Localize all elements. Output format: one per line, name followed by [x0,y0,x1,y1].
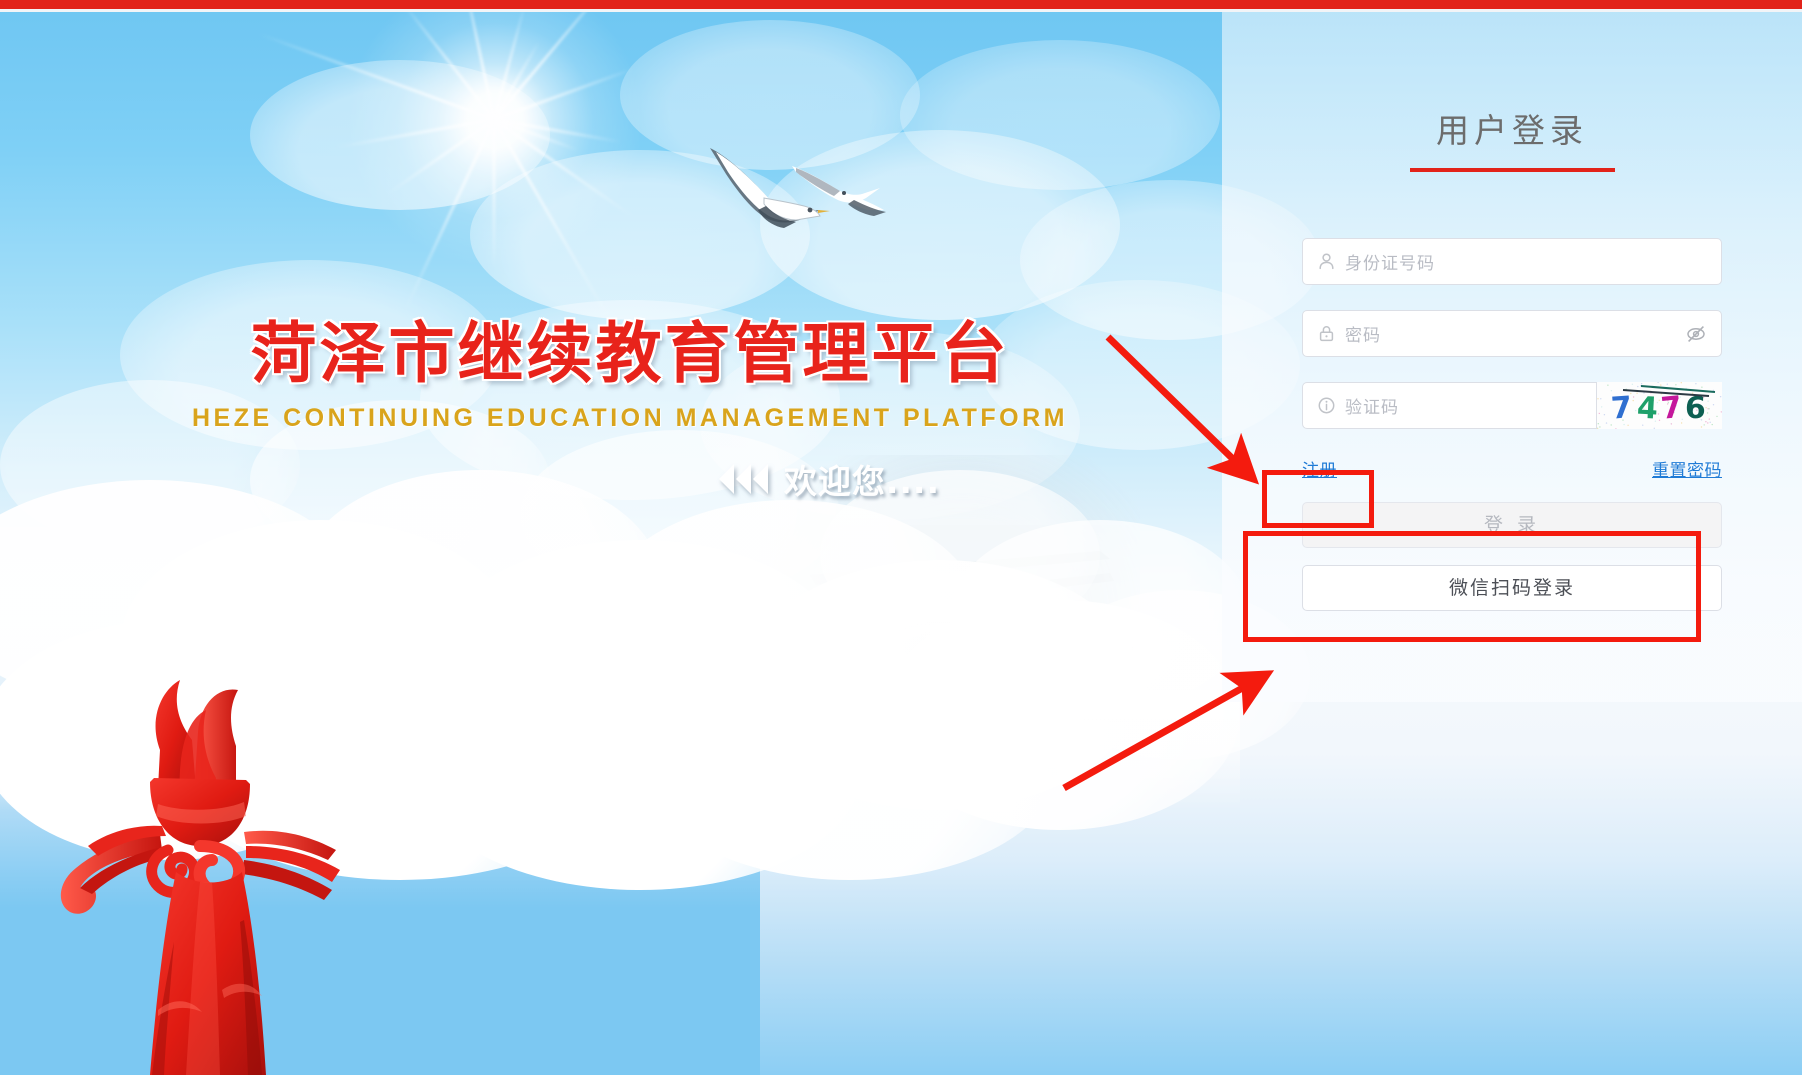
svg-text:7: 7 [1610,390,1633,426]
eye-slash-icon[interactable] [1685,323,1707,345]
password-placeholder: 密码 [1345,321,1381,346]
page-subtitle: HEZE CONTINUING EDUCATION MANAGEMENT PLA… [150,404,1110,433]
login-button[interactable]: 登 录 [1302,502,1722,548]
captcha-row: 验证码 7476 [1302,382,1722,429]
svg-text:7: 7 [1659,390,1683,427]
login-page: 菏泽市继续教育管理平台 HEZE CONTINUING EDUCATION MA… [0,0,1802,1075]
links-row: 注册 重置密码 [1302,451,1722,485]
login-title: 用户登录 [1412,104,1612,152]
svg-text:4: 4 [1636,391,1659,427]
login-panel: 用户登录 身份证号码 密码 验证码 7 4 7 6 注册 重置密码 登 录 微信… [1222,12,1802,702]
brand-block: 菏泽市继续教育管理平台 HEZE CONTINUING EDUCATION MA… [150,300,1110,503]
welcome-row: 欢迎您.... [150,455,1110,503]
captcha-field[interactable]: 验证码 [1302,382,1597,429]
password-field[interactable]: 密码 [1302,310,1722,357]
login-form: 身份证号码 密码 验证码 7 4 7 6 注册 重置密码 登 录 微信扫码登录 [1302,238,1722,611]
reset-password-link[interactable]: 重置密码 [1652,456,1722,481]
info-circle-icon [1317,396,1336,415]
wechat-qr-login-button[interactable]: 微信扫码登录 [1302,565,1722,611]
id-number-field[interactable]: 身份证号码 [1302,238,1722,285]
captcha-image[interactable]: 7476 [1597,382,1722,429]
annotation-top-bar [0,0,1802,9]
lock-icon [1317,324,1336,343]
id-number-placeholder: 身份证号码 [1345,249,1435,274]
page-title: 菏泽市继续教育管理平台 [150,300,1110,396]
login-title-underline [1410,168,1615,172]
user-icon [1317,252,1336,271]
register-link[interactable]: 注册 [1302,456,1337,481]
captcha-placeholder: 验证码 [1345,393,1399,418]
welcome-text: 欢迎您.... [784,455,940,503]
triple-chevron-left-icon [719,464,768,494]
